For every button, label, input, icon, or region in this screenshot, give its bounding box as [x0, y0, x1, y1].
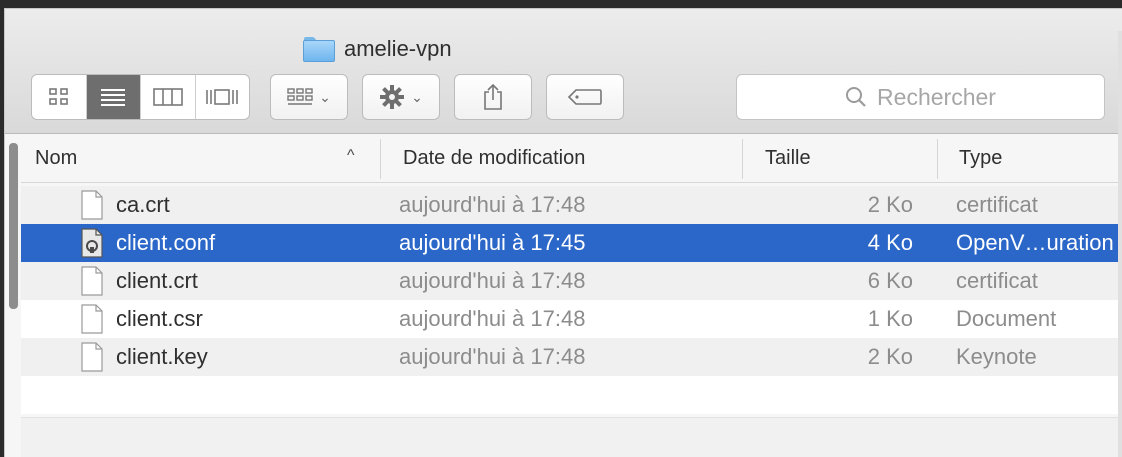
search-icon [846, 87, 866, 107]
window-title: amelie-vpn [344, 36, 452, 61]
column-view-icon [152, 88, 183, 106]
file-date: aujourd'hui à 17:45 [399, 230, 586, 255]
search-placeholder: Rechercher [877, 83, 996, 110]
share-icon [484, 83, 502, 110]
arrange-grid-icon [287, 88, 313, 105]
chevron-down-icon: ⌄ [319, 88, 331, 105]
tags-button[interactable] [546, 74, 624, 120]
gear-icon [380, 85, 405, 109]
file-name: client.key [116, 344, 208, 369]
column-header-date[interactable]: Date de modification [403, 135, 585, 182]
file-size: 4 Ko [867, 230, 913, 255]
file-date: aujourd'hui à 17:48 [399, 306, 586, 331]
column-header-size[interactable]: Taille [765, 135, 811, 182]
document-icon [81, 304, 103, 334]
file-type: OpenV…uration [956, 230, 1114, 255]
document-icon [81, 266, 103, 296]
column-view-button[interactable] [141, 75, 196, 119]
column-header-type[interactable]: Type [959, 135, 1002, 182]
cover-flow-view-icon [206, 89, 239, 105]
file-type: Document [956, 306, 1057, 331]
chevron-down-icon: ⌄ [411, 88, 423, 105]
arrange-button[interactable]: ⌄ [270, 74, 348, 120]
icon-view-button[interactable] [32, 75, 87, 119]
list-view-icon [101, 89, 126, 106]
sort-ascending-icon[interactable]: ^ [347, 147, 355, 165]
file-date: aujourd'hui à 17:48 [399, 192, 586, 217]
file-name: client.conf [116, 230, 216, 255]
file-row[interactable]: ca.crt aujourd'hui à 17:48 2 Ko certific… [21, 186, 1122, 224]
file-row[interactable]: client.key aujourd'hui à 17:48 2 Ko Keyn… [21, 338, 1122, 376]
file-name: client.csr [116, 306, 203, 331]
file-type: certificat [956, 192, 1038, 217]
file-size: 2 Ko [867, 192, 913, 217]
document-icon [81, 190, 103, 220]
horizontal-scroll-area[interactable] [21, 417, 1122, 457]
folder-icon [303, 36, 335, 62]
search-field[interactable]: Rechercher [736, 74, 1105, 120]
file-name: ca.crt [116, 192, 170, 217]
file-row-selected[interactable]: client.conf aujourd'hui à 17:45 4 Ko Ope… [21, 224, 1122, 262]
action-button[interactable]: ⌄ [362, 74, 440, 120]
empty-row [21, 376, 1122, 414]
view-mode-segmented-control[interactable] [31, 74, 250, 120]
toolbar: amelie-vpn ⌄ ⌄ Rechercher [5, 9, 1122, 134]
openvpn-config-icon [81, 228, 103, 258]
file-size: 1 Ko [867, 306, 913, 331]
tag-icon [567, 89, 602, 105]
file-size: 6 Ko [867, 268, 913, 293]
file-list: ca.crt aujourd'hui à 17:48 2 Ko certific… [21, 186, 1122, 376]
column-header-name[interactable]: Nom [35, 135, 77, 182]
file-date: aujourd'hui à 17:48 [399, 268, 586, 293]
file-type: Keynote [956, 344, 1037, 369]
share-button[interactable] [454, 74, 532, 120]
file-name: client.crt [116, 268, 198, 293]
icon-view-icon [48, 88, 68, 105]
column-header-row: Nom ^ Date de modification Taille Type [21, 135, 1122, 183]
document-icon [81, 342, 103, 372]
finder-window: amelie-vpn ⌄ ⌄ Rechercher Nom ^ Date de … [4, 8, 1122, 457]
file-date: aujourd'hui à 17:48 [399, 344, 586, 369]
sidebar-scrollbar[interactable] [9, 143, 18, 309]
file-size: 2 Ko [867, 344, 913, 369]
file-type: certificat [956, 268, 1038, 293]
list-view-button[interactable] [86, 75, 141, 119]
window-right-edge [1118, 31, 1122, 457]
file-row[interactable]: client.csr aujourd'hui à 17:48 1 Ko Docu… [21, 300, 1122, 338]
file-row[interactable]: client.crt aujourd'hui à 17:48 6 Ko cert… [21, 262, 1122, 300]
cover-flow-view-button[interactable] [196, 75, 250, 119]
window-title-area: amelie-vpn [303, 33, 452, 65]
